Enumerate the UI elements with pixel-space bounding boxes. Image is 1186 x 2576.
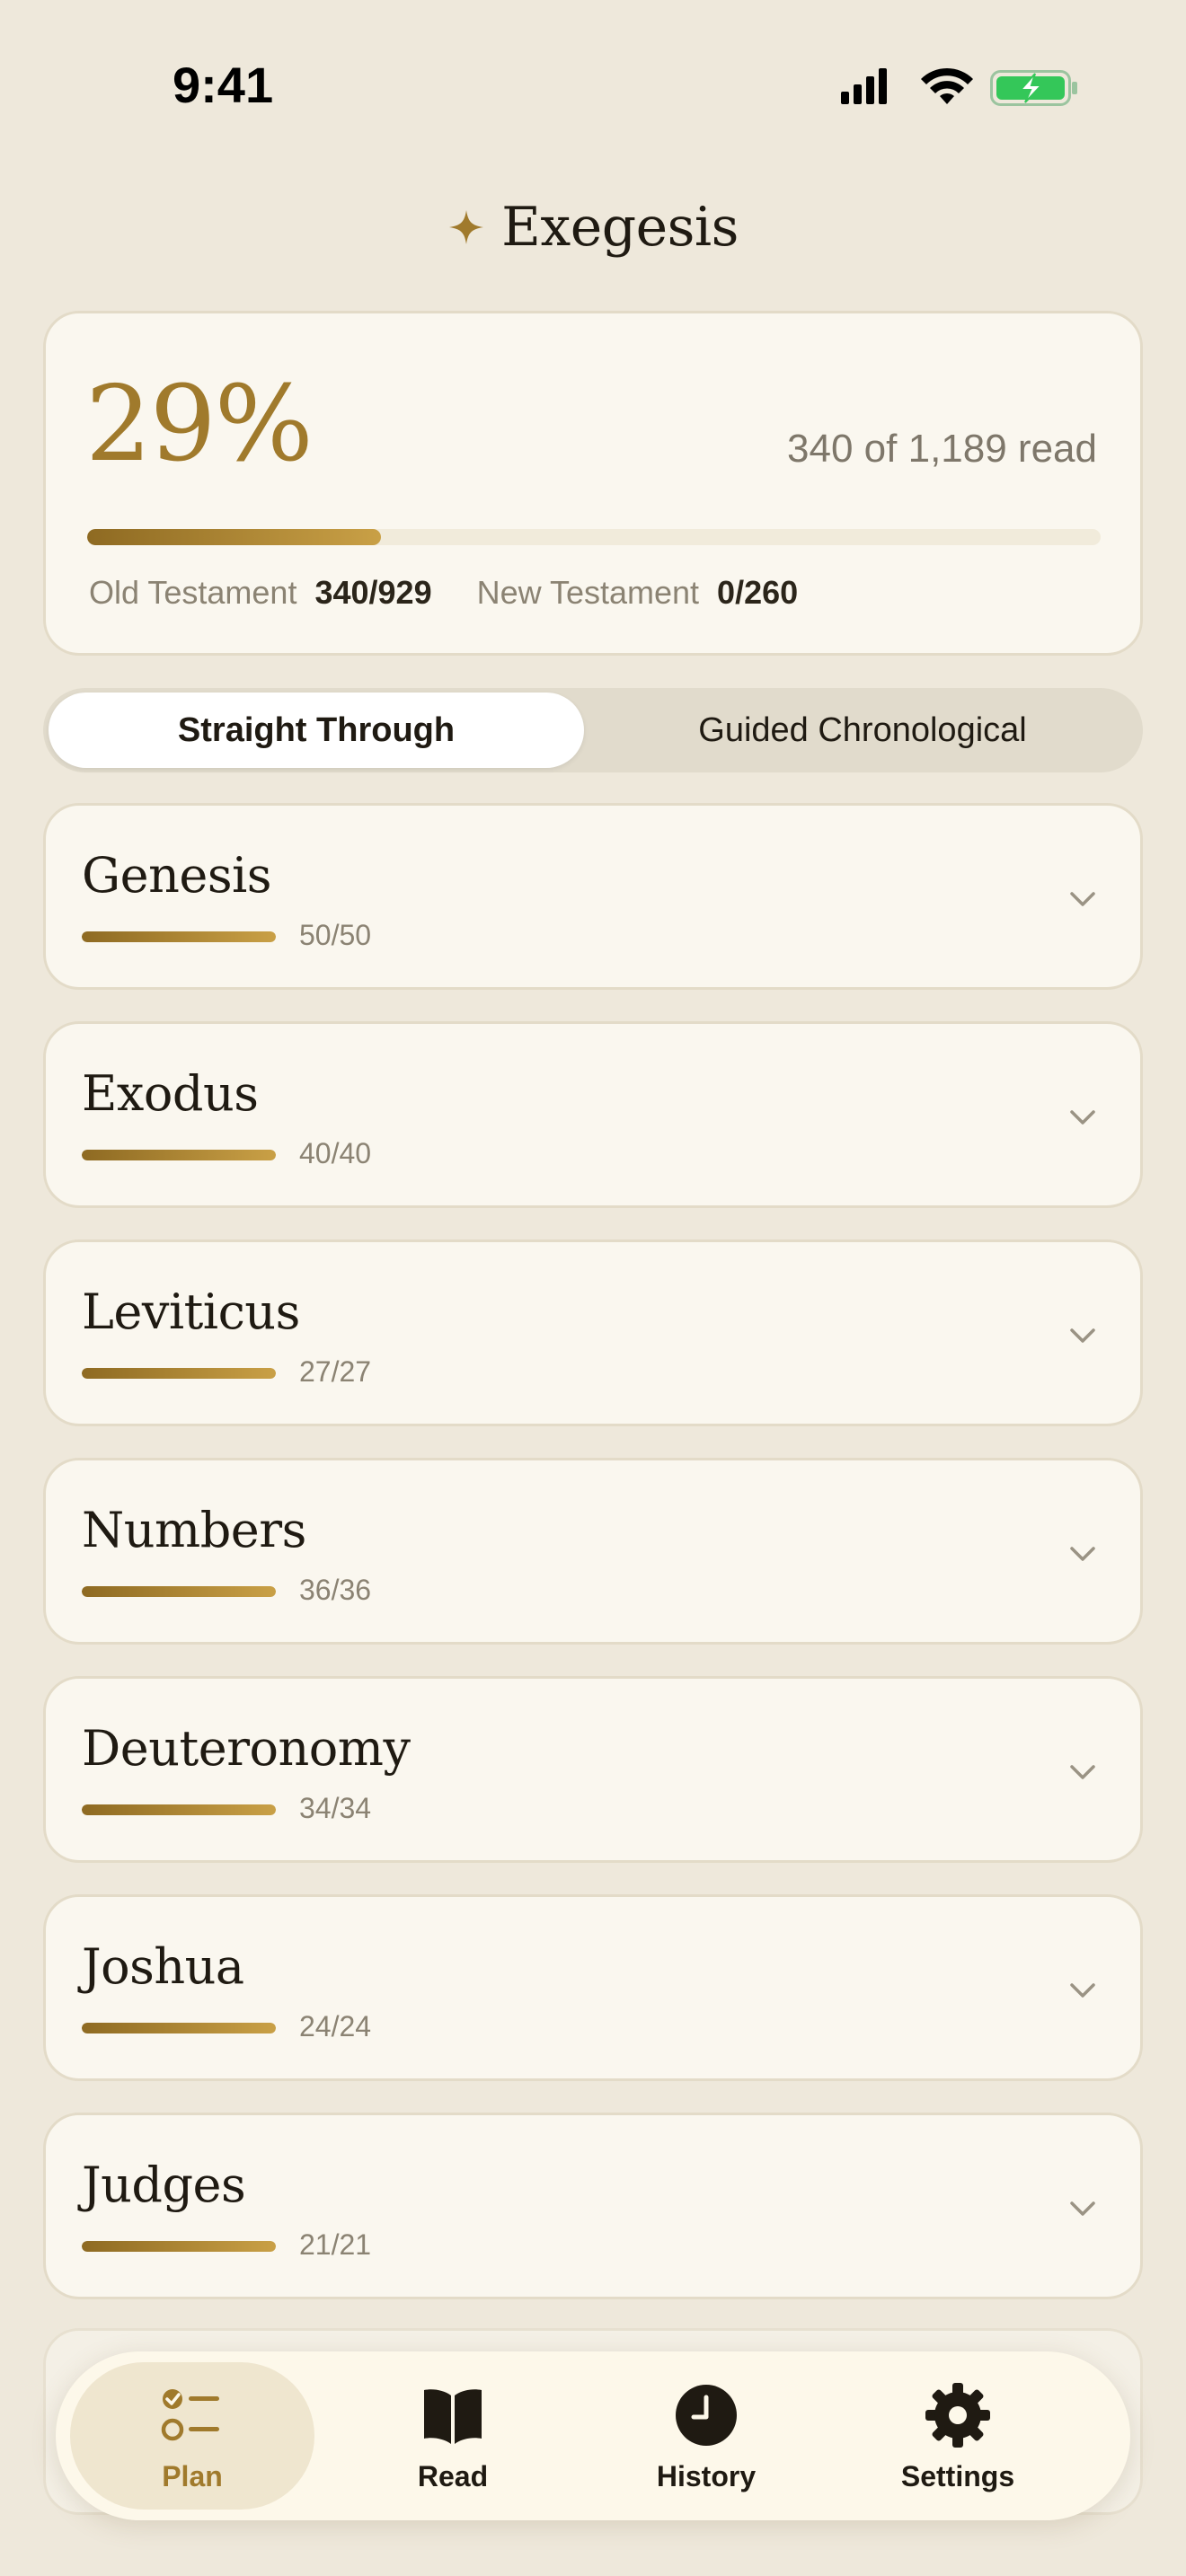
book-icon (424, 2388, 482, 2444)
progress-summary-card: 29% 340 of 1,189 read Old Testament 340/… (43, 311, 1143, 656)
gear-icon (925, 2382, 990, 2448)
new-testament-label: New Testament (476, 574, 700, 611)
book-progress-bar (82, 1586, 276, 1597)
chevron-down-icon[interactable] (1065, 1099, 1101, 1135)
book-card[interactable]: Exodus 40/40 (43, 1021, 1143, 1208)
chevron-down-icon[interactable] (1065, 881, 1101, 917)
book-progress-fill (82, 1368, 276, 1379)
status-time: 9:41 (173, 57, 274, 113)
book-name: Exodus (82, 1065, 259, 1122)
book-progress-bar (82, 1368, 276, 1379)
book-chapter-count: 34/34 (299, 1792, 372, 1824)
book-chapter-count: 50/50 (299, 919, 372, 951)
book-card[interactable]: Genesis 50/50 (43, 803, 1143, 990)
book-name: Numbers (82, 1502, 306, 1558)
segment-guided-chronological[interactable]: Guided Chronological (595, 693, 1130, 768)
status-icons (841, 67, 1077, 106)
sparkle-icon (449, 210, 484, 244)
book-chapter-count: 24/24 (299, 2010, 372, 2042)
overall-progress-bar (87, 529, 1101, 545)
book-progress-fill (82, 1150, 276, 1160)
tab-settings-label: Settings (900, 2459, 1015, 2492)
book-name: Genesis (82, 847, 272, 904)
old-testament-count: 340/929 (314, 574, 432, 611)
book-progress-bar (82, 1150, 276, 1160)
testament-counts: Old Testament 340/929 New Testament 0/26… (89, 574, 843, 612)
overall-percent: 29% (85, 364, 314, 485)
tab-history[interactable]: History (584, 2362, 828, 2510)
book-name: Joshua (82, 1938, 244, 1995)
book-name: Leviticus (82, 1284, 300, 1340)
tab-read[interactable]: Read (331, 2362, 575, 2510)
old-testament-label: Old Testament (89, 574, 297, 611)
book-name: Deuteronomy (82, 1720, 411, 1777)
checklist-icon (161, 2388, 219, 2440)
book-card[interactable]: Numbers 36/36 (43, 1458, 1143, 1645)
book-progress-fill (82, 931, 276, 942)
book-progress-fill (82, 2023, 276, 2033)
chevron-down-icon[interactable] (1065, 1318, 1101, 1354)
tab-plan[interactable]: Plan (70, 2362, 314, 2510)
book-progress-fill (82, 1804, 276, 1815)
chevron-down-icon[interactable] (1065, 2191, 1101, 2227)
book-card[interactable]: Leviticus 27/27 (43, 1239, 1143, 1426)
battery-charging-icon (990, 70, 1077, 106)
book-progress-fill (82, 1586, 276, 1597)
book-name: Judges (82, 2157, 246, 2213)
overall-progress-fill (87, 529, 382, 545)
book-chapter-count: 40/40 (299, 1137, 372, 1169)
book-chapter-count: 36/36 (299, 1574, 372, 1606)
app-header: Exegesis (0, 187, 1186, 268)
chapters-read-text: 340 of 1,189 read (787, 427, 1097, 471)
book-card[interactable]: Joshua 24/24 (43, 1894, 1143, 2081)
book-progress-bar (82, 2023, 276, 2033)
book-chapter-count: 27/27 (299, 1355, 372, 1388)
clock-icon (676, 2384, 737, 2446)
chevron-down-icon[interactable] (1065, 1536, 1101, 1572)
book-progress-bar (82, 2241, 276, 2252)
chevron-down-icon[interactable] (1065, 1972, 1101, 2008)
tab-read-label: Read (417, 2459, 489, 2492)
book-card[interactable]: Deuteronomy 34/34 (43, 1676, 1143, 1863)
new-testament-count: 0/260 (717, 574, 799, 611)
tab-settings[interactable]: Settings (836, 2362, 1080, 2510)
tab-plan-label: Plan (162, 2459, 223, 2492)
cellular-signal-icon (841, 68, 887, 104)
status-bar: 9:41 (0, 0, 1186, 171)
book-progress-fill (82, 2241, 276, 2252)
book-progress-bar (82, 1804, 276, 1815)
chevron-down-icon[interactable] (1065, 1754, 1101, 1790)
book-chapter-count: 21/21 (299, 2228, 372, 2261)
tab-history-label: History (656, 2459, 757, 2492)
tab-bar: Plan Read History Settings (56, 2351, 1130, 2520)
wifi-icon (921, 67, 973, 104)
book-progress-bar (82, 931, 276, 942)
plan-mode-segmented-control: Straight Through Guided Chronological (43, 688, 1143, 772)
app-title: Exegesis (501, 196, 739, 259)
book-card[interactable]: Judges 21/21 (43, 2113, 1143, 2299)
segment-straight-through[interactable]: Straight Through (49, 693, 584, 768)
